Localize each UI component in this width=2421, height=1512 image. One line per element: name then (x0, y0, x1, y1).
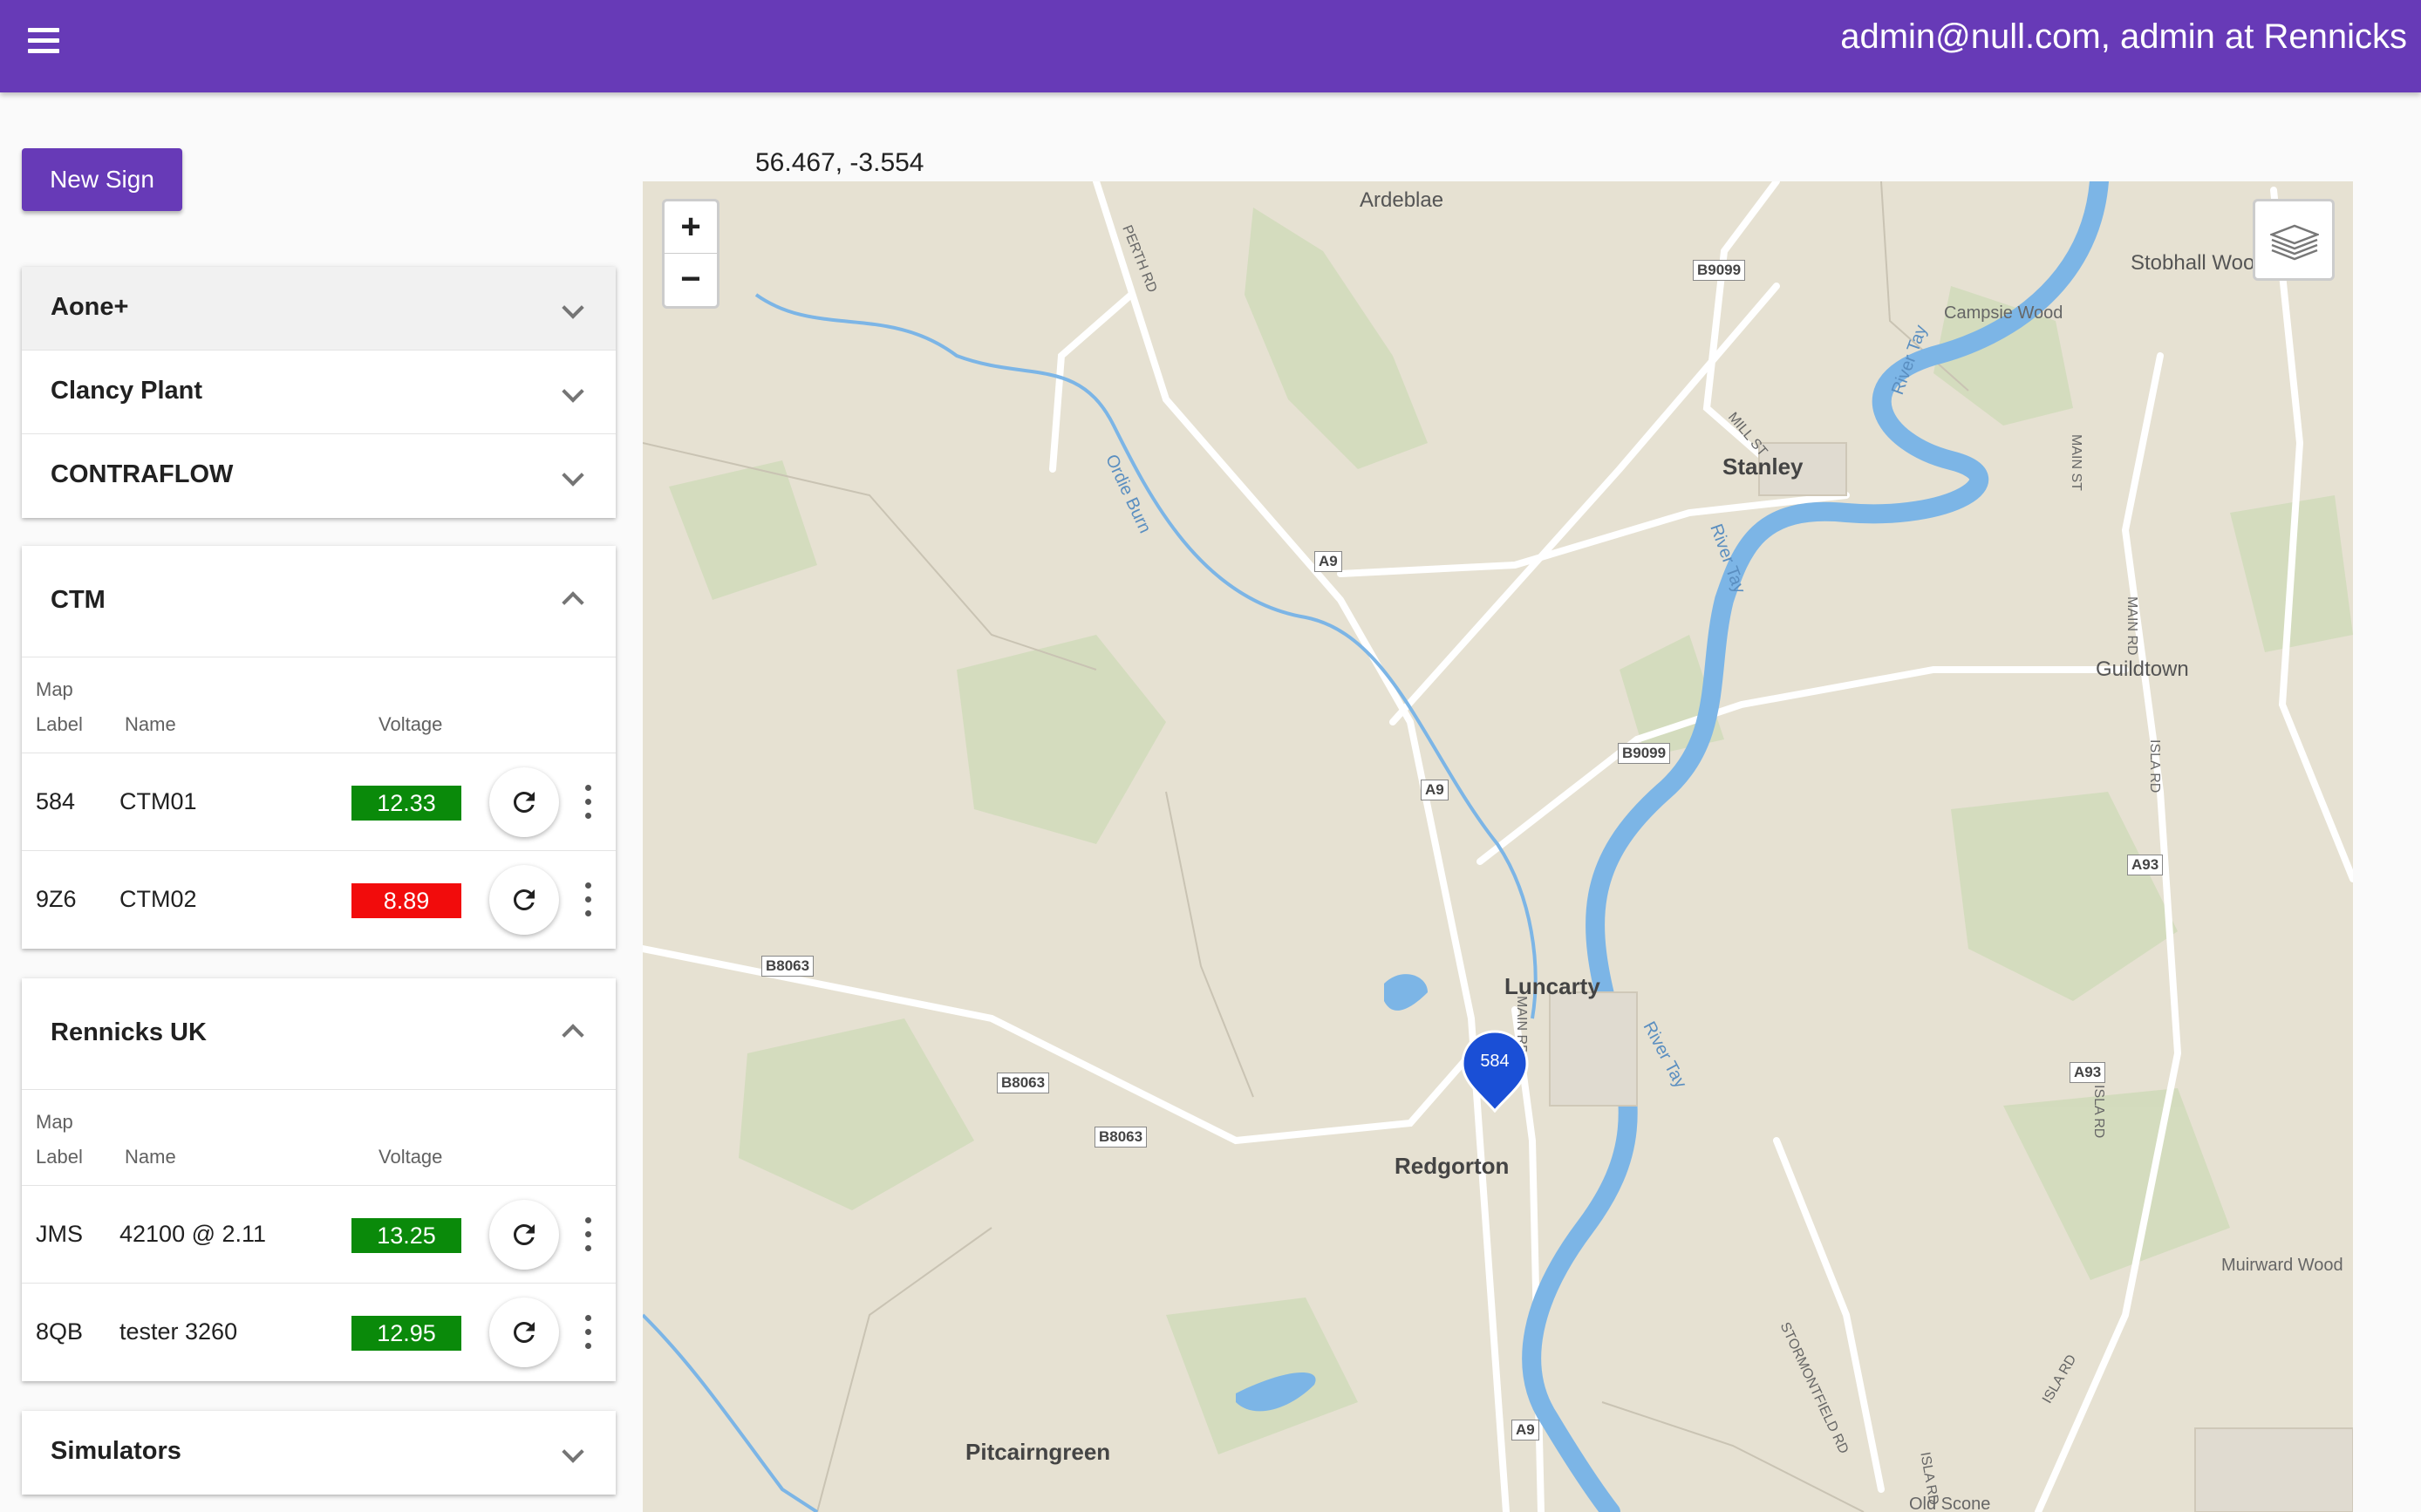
column-header-name: Name (125, 1146, 176, 1168)
chevron-down-icon (562, 296, 584, 319)
refresh-icon (514, 792, 535, 813)
map-tiles (643, 181, 2353, 1512)
column-header-voltage: Voltage (378, 713, 443, 735)
refresh-button[interactable] (489, 865, 559, 935)
column-header-label: Label (36, 713, 83, 735)
layers-button[interactable] (2253, 199, 2335, 281)
road-shield: B9099 (1618, 743, 1671, 764)
map-place-label: Stanley (1722, 453, 1804, 480)
chevron-up-icon (562, 591, 584, 614)
column-header-label: Label (36, 1146, 83, 1168)
sign-name: 42100 @ 2.11 (119, 1221, 267, 1247)
group-panel-rennicks-uk: Rennicks UK Map Label Name Voltage JMS 4… (22, 978, 616, 1381)
column-header-map: Map (36, 678, 73, 700)
group-title: CONTRAFLOW (51, 460, 234, 488)
refresh-icon (514, 1322, 535, 1343)
group-panel-ctm: CTM Map Label Name Voltage 584 CTM01 12.… (22, 546, 616, 949)
zoom-control: + − (662, 199, 719, 309)
voltage-badge: 8.89 (351, 883, 461, 918)
group-header-clancy-plant[interactable]: Clancy Plant (22, 351, 616, 434)
map-label: 584 (36, 788, 76, 814)
sign-name: CTM01 (119, 788, 197, 814)
more-options-icon[interactable] (582, 1315, 594, 1350)
map-label: JMS (36, 1221, 83, 1247)
voltage-badge: 13.25 (351, 1218, 461, 1253)
group-title: CTM (51, 586, 106, 614)
map-place-label: Ardeblae (1360, 188, 1444, 212)
table-header: Map Label Name Voltage (22, 657, 616, 753)
table-row[interactable]: JMS 42100 @ 2.11 13.25 (22, 1186, 616, 1284)
map-place-label: Old Scone (1909, 1495, 1991, 1512)
sign-name: tester 3260 (119, 1318, 238, 1345)
group-header-ctm[interactable]: CTM (22, 546, 616, 657)
coordinates-readout: 56.467, -3.554 (755, 148, 924, 177)
group-title: Simulators (51, 1437, 181, 1465)
road-shield: B8063 (997, 1073, 1050, 1093)
map-label: 8QB (36, 1318, 84, 1345)
map-place-label: Stobhall Wood (2131, 251, 2267, 275)
map-road-label: MAIN ST (2069, 434, 2083, 491)
map-place-label: Muirward Wood (2221, 1256, 2343, 1275)
sign-group-list-top: Aone+ Clancy Plant CONTRAFLOW (22, 267, 616, 518)
map-marker[interactable]: 584 (1459, 1029, 1531, 1114)
group-title: Rennicks UK (51, 1018, 207, 1046)
road-shield: A9 (1421, 780, 1449, 800)
chevron-down-icon (562, 380, 584, 403)
column-header-map: Map (36, 1111, 73, 1133)
more-options-icon[interactable] (582, 1217, 594, 1252)
map-road-label: MAIN RD (2124, 596, 2139, 656)
more-options-icon[interactable] (582, 882, 594, 917)
user-info: admin@null.com, admin at Rennicks (1840, 17, 2407, 56)
chevron-up-icon (562, 1024, 584, 1046)
voltage-badge: 12.33 (351, 786, 461, 821)
zoom-in-button[interactable]: + (665, 201, 717, 254)
road-shield: B8063 (761, 956, 815, 977)
group-title: Clancy Plant (51, 377, 203, 405)
road-shield: A93 (2127, 855, 2164, 875)
map-road-label: ISLA RD (2147, 739, 2162, 793)
road-shield: A9 (1314, 551, 1342, 572)
column-header-voltage: Voltage (378, 1146, 443, 1168)
voltage-badge: 12.95 (351, 1316, 461, 1351)
refresh-button[interactable] (489, 1297, 559, 1367)
zoom-out-button[interactable]: − (665, 254, 717, 306)
group-header-rennicks-uk[interactable]: Rennicks UK (22, 978, 616, 1090)
more-options-icon[interactable] (582, 785, 594, 820)
table-header: Map Label Name Voltage (22, 1090, 616, 1186)
road-shield: A9 (1511, 1420, 1539, 1440)
group-header-simulators[interactable]: Simulators (22, 1411, 616, 1495)
column-header-name: Name (125, 713, 176, 735)
road-shield: B8063 (1095, 1127, 1148, 1148)
refresh-icon (514, 1224, 535, 1245)
map-place-label: Redgorton (1395, 1153, 1510, 1179)
map-place-label: Pitcairngreen (965, 1439, 1111, 1465)
table-row[interactable]: 9Z6 CTM02 8.89 (22, 851, 616, 949)
group-title: Aone+ (51, 293, 129, 321)
hamburger-menu-icon[interactable] (24, 23, 63, 61)
chevron-down-icon (562, 1440, 584, 1463)
group-header-contraflow[interactable]: CONTRAFLOW (22, 434, 616, 518)
group-panel-simulators: Simulators (22, 1411, 616, 1495)
map-view[interactable]: Ardeblae Stobhall Wood Campsie Wood Stan… (643, 181, 2353, 1512)
road-shield: B9099 (1693, 260, 1746, 281)
table-row[interactable]: 8QB tester 3260 12.95 (22, 1284, 616, 1381)
map-label: 9Z6 (36, 886, 77, 912)
table-row[interactable]: 584 CTM01 12.33 (22, 753, 616, 851)
chevron-down-icon (562, 464, 584, 487)
road-shield: A93 (2070, 1062, 2106, 1083)
layers-icon (2270, 224, 2319, 261)
refresh-button[interactable] (489, 767, 559, 837)
refresh-button[interactable] (489, 1200, 559, 1270)
map-place-label: Campsie Wood (1944, 303, 2063, 323)
app-toolbar: admin@null.com, admin at Rennicks (0, 0, 2421, 92)
map-place-label: Guildtown (2096, 657, 2189, 681)
map-road-label: ISLA RD (2091, 1085, 2106, 1139)
sign-name: CTM02 (119, 886, 197, 912)
map-marker-label: 584 (1480, 1052, 1510, 1071)
group-header-aone[interactable]: Aone+ (22, 267, 616, 351)
new-sign-button[interactable]: New Sign (22, 148, 182, 211)
refresh-icon (514, 889, 535, 910)
